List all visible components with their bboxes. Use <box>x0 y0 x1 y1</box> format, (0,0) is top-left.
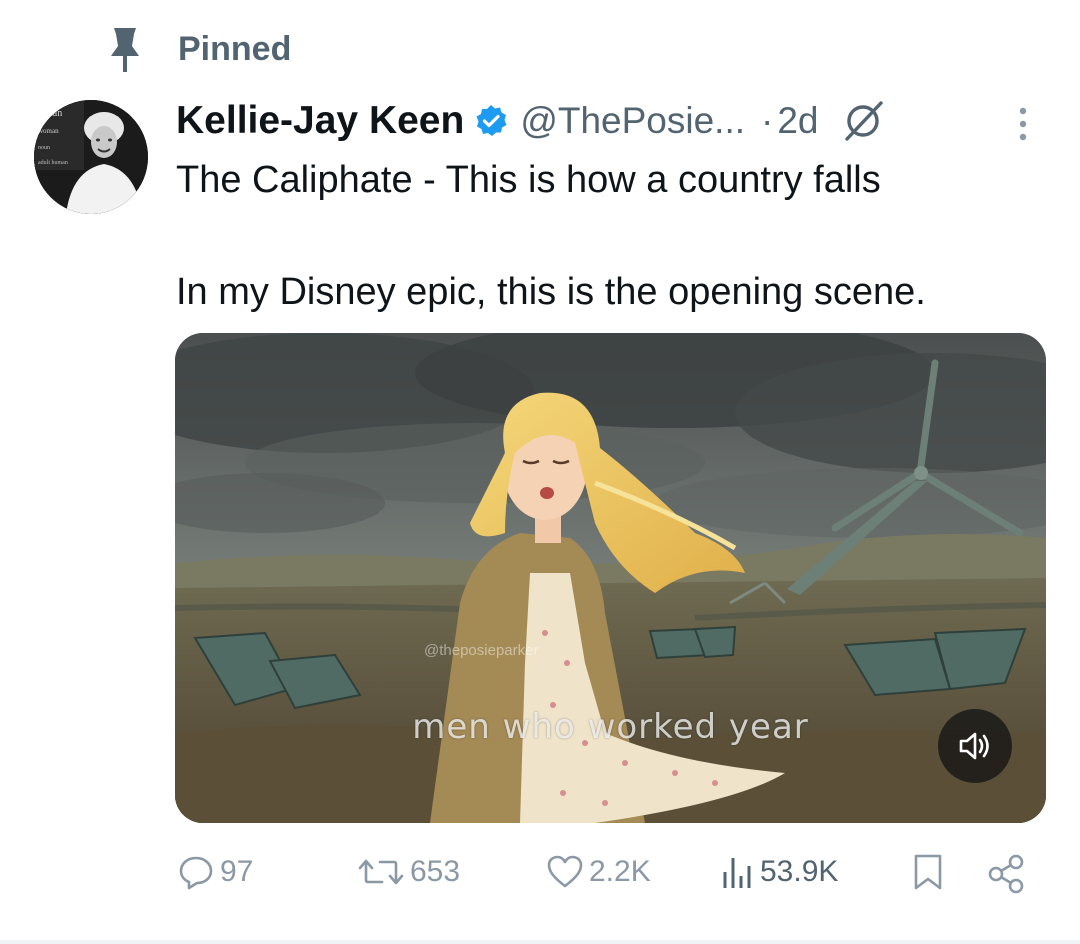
tweet-text-line-1: The Caliphate - This is how a country fa… <box>176 159 881 201</box>
verified-badge-icon <box>476 105 507 136</box>
views-chart-icon <box>723 858 751 888</box>
hide-icon[interactable] <box>839 97 887 145</box>
reply-icon <box>179 856 213 890</box>
meta-separator: · <box>761 100 774 141</box>
bookmark-icon <box>914 854 942 890</box>
volume-icon <box>959 732 989 760</box>
tweet-text-line-2: In my Disney epic, this is the opening s… <box>176 271 926 313</box>
pinned-label: Pinned <box>178 29 292 68</box>
bookmark-button[interactable] <box>908 852 948 892</box>
like-button[interactable]: 2.2K <box>545 852 651 892</box>
video-frame <box>175 333 1046 823</box>
heart-icon <box>547 855 583 888</box>
author-handle[interactable]: @ThePosie... <box>520 100 745 142</box>
avatar-caption-3: noun <box>38 145 50 151</box>
tweet-text: The Caliphate - This is how a country fa… <box>176 152 1036 320</box>
tweet-header: Kellie-Jay Keen @ThePosie... · 2d <box>176 96 887 146</box>
like-count: 2.2K <box>589 855 651 888</box>
display-name[interactable]: Kellie-Jay Keen <box>176 99 464 143</box>
pin-icon <box>111 28 139 72</box>
video-subtitle: men who worked year <box>412 707 809 747</box>
avatar-caption-4: adult human <box>38 160 68 166</box>
action-bar: 97 653 2.2K 53.9K <box>0 852 1080 900</box>
share-icon <box>988 854 1024 894</box>
reply-button[interactable]: 97 <box>176 852 253 892</box>
post-divider <box>0 940 1080 944</box>
repost-icon <box>358 859 404 885</box>
repost-count: 653 <box>410 855 461 888</box>
reply-count: 97 <box>220 855 254 888</box>
post-time[interactable]: 2d <box>777 100 818 142</box>
avatar-caption-1: oman <box>40 108 62 119</box>
unmute-button[interactable] <box>938 709 1012 783</box>
avatar-caption-2: woman <box>38 127 59 135</box>
share-button[interactable] <box>985 852 1029 896</box>
tweet-video[interactable]: @theposieparker men who worked year <box>175 333 1046 823</box>
repost-button[interactable]: 653 <box>356 852 460 892</box>
video-watermark: @theposieparker <box>424 642 539 659</box>
views-button[interactable]: 53.9K <box>720 852 838 892</box>
avatar[interactable]: oman woman noun adult human <box>34 100 148 214</box>
view-count: 53.9K <box>760 855 839 888</box>
pinned-indicator: Pinned <box>108 26 291 72</box>
more-vertical-icon[interactable] <box>1006 104 1040 144</box>
